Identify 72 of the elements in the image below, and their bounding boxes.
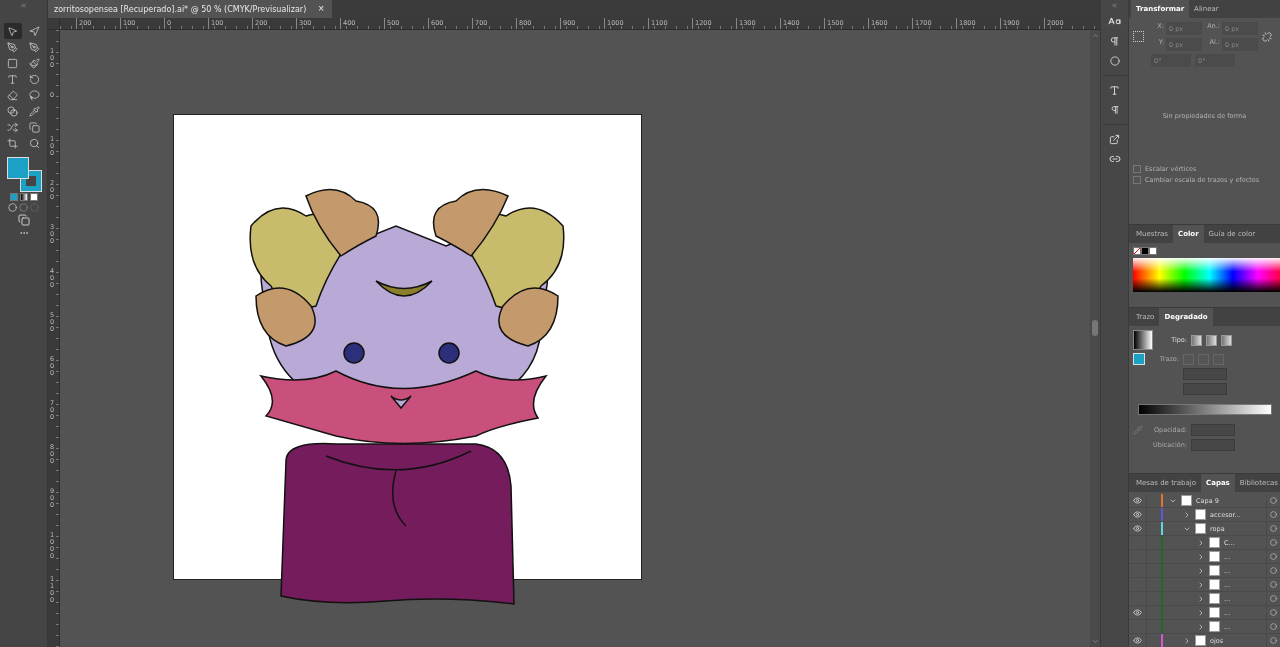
layer-thumbnail <box>1209 621 1220 632</box>
target-circle-icon[interactable] <box>1270 525 1277 532</box>
checkbox[interactable] <box>1133 165 1141 173</box>
layer-thumbnail <box>1209 551 1220 562</box>
color-swatch[interactable] <box>1149 247 1157 255</box>
selection-tool[interactable] <box>3 23 22 39</box>
rectangle-tool-icon <box>7 57 18 69</box>
eraser-tool-icon <box>7 89 18 101</box>
layer-thumbnail <box>1209 565 1220 576</box>
type-tool-icon <box>7 73 18 85</box>
eyedropper-tool-icon <box>29 105 40 117</box>
scroll-thumb[interactable] <box>1092 320 1098 336</box>
reference-point-icon[interactable] <box>1133 31 1144 42</box>
scroll-up-icon[interactable] <box>1091 32 1099 39</box>
fill-stroke-swatches[interactable] <box>4 157 43 191</box>
target-circle-icon[interactable] <box>1270 609 1277 616</box>
target-circle-icon[interactable] <box>1270 637 1277 644</box>
brush-tool-icon <box>29 57 40 69</box>
close-button[interactable]: × <box>318 4 325 14</box>
vertical-scrollbar[interactable] <box>1090 30 1100 647</box>
curvature-tool-icon <box>29 41 40 53</box>
target-circle-icon[interactable] <box>1270 497 1277 504</box>
target-circle-icon[interactable] <box>1270 581 1277 588</box>
screen-mode-icon[interactable] <box>17 214 30 226</box>
eye-icon <box>1133 524 1142 533</box>
pen-tool-icon <box>7 41 18 53</box>
fill-swatch[interactable] <box>1133 353 1145 365</box>
layer-thumbnail <box>1209 579 1220 590</box>
layer-thumbnail <box>1209 537 1220 548</box>
eye-icon <box>1133 496 1142 505</box>
target-circle-icon[interactable] <box>1270 623 1277 630</box>
document-tab[interactable]: zorritosopensea [Recuperado].ai* @ 50 % (CMYK/Previsualizar) × <box>48 0 333 18</box>
eye-icon <box>1133 608 1142 617</box>
none-mode-button[interactable] <box>29 193 38 201</box>
target-circle-icon[interactable] <box>1270 511 1277 518</box>
rotate-tool-icon <box>29 73 40 85</box>
radial-gradient-button[interactable] <box>1206 334 1217 346</box>
zoom-tool-icon <box>29 137 40 149</box>
shape-builder-tool-icon <box>7 105 18 117</box>
target-circle-icon[interactable] <box>1270 539 1277 546</box>
layer-thumbnail <box>1195 523 1206 534</box>
gradient-mode-button[interactable] <box>19 193 28 201</box>
selection-tool-icon <box>7 25 18 37</box>
gradient-preview[interactable] <box>1133 330 1153 350</box>
direct-selection-tool-icon <box>29 25 40 37</box>
checkbox[interactable] <box>1133 176 1141 184</box>
none-swatch[interactable] <box>1133 247 1141 255</box>
draw-mode-icon[interactable] <box>8 203 17 212</box>
eye-icon <box>1133 510 1142 519</box>
document-title: zorritosopensea [Recuperado].ai* @ 50 % (CMYK/Previsualizar) <box>54 4 307 14</box>
target-circle-icon[interactable] <box>1270 595 1277 602</box>
lasso-tool-icon <box>29 89 40 101</box>
linear-gradient-button[interactable] <box>1191 334 1202 346</box>
scroll-down-icon[interactable] <box>1091 638 1099 645</box>
puppet-warp-tool-icon <box>7 121 18 133</box>
freeform-gradient-button[interactable] <box>1221 334 1232 346</box>
artboard-tool-icon <box>7 137 18 149</box>
target-circle-icon[interactable] <box>1270 553 1277 560</box>
collapse-icon[interactable] <box>20 2 27 9</box>
color-swatch[interactable] <box>1141 247 1149 255</box>
layer-thumbnail <box>1209 607 1220 618</box>
constrain-link-icon[interactable] <box>1262 31 1272 42</box>
layer-thumbnail <box>1195 635 1206 646</box>
blend-tool-icon <box>29 121 40 133</box>
layer-thumbnail <box>1195 509 1206 520</box>
color-spectrum[interactable] <box>1133 258 1280 292</box>
collapse-icon[interactable] <box>1111 2 1118 9</box>
eye-icon <box>1133 636 1142 645</box>
layer-thumbnail <box>1181 495 1192 506</box>
target-circle-icon[interactable] <box>1270 567 1277 574</box>
layer-thumbnail <box>1209 593 1220 604</box>
color-mode-button[interactable] <box>9 193 18 201</box>
